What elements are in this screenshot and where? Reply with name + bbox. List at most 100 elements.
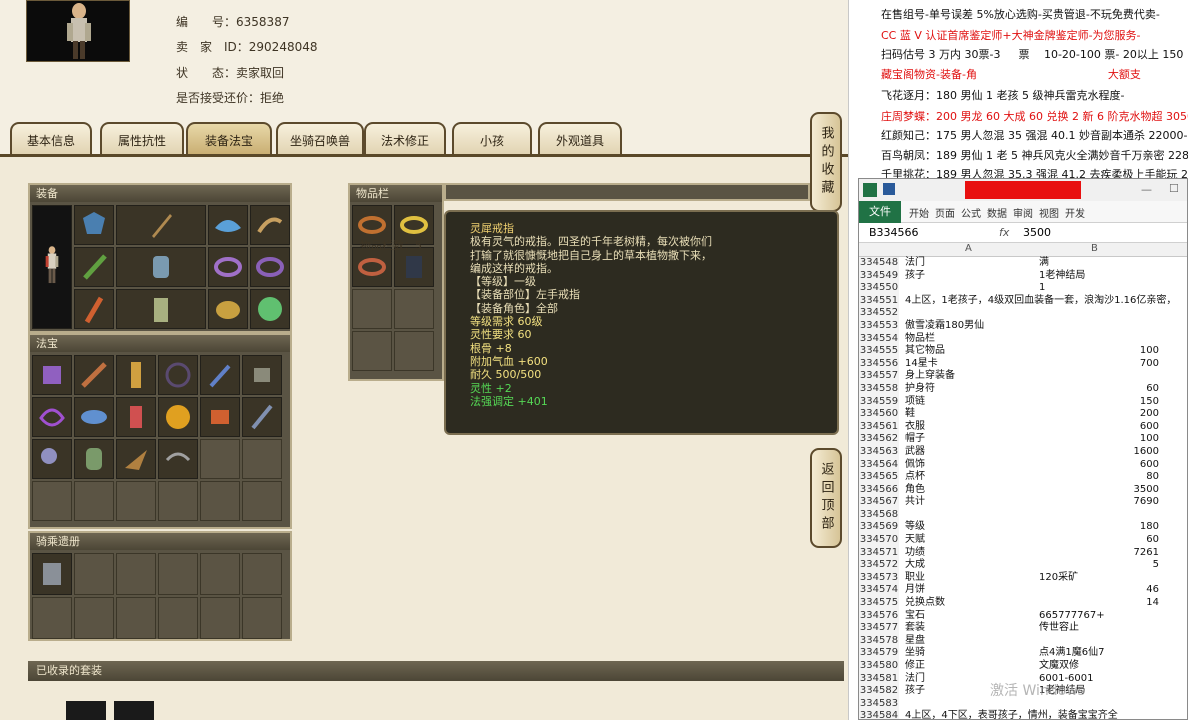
equip-slot[interactable] (208, 247, 248, 287)
excel-row[interactable]: 334574 月饼 46 (859, 584, 1187, 598)
treasure-slot[interactable] (116, 439, 156, 479)
excel-row[interactable]: 334572 大成 5 (859, 559, 1187, 572)
minimize-icon[interactable]: — (1141, 183, 1152, 196)
excel-row[interactable]: 334557 身上穿装备 (859, 370, 1187, 383)
excel-cell-a[interactable]: 武器 (905, 446, 925, 459)
excel-cell-a[interactable]: 物品栏 (905, 333, 935, 346)
excel-row[interactable]: 334579 坐骑 点4满1魔6仙7 (859, 647, 1187, 660)
equip-slot[interactable] (116, 247, 206, 287)
excel-cell-a[interactable]: 点杯 (905, 471, 925, 484)
excel-row[interactable]: 334553 傲雪凌霜180男仙 (859, 319, 1187, 333)
treasure-slot[interactable] (74, 439, 114, 479)
treasure-slot-empty[interactable] (116, 481, 156, 521)
bag-slot[interactable] (352, 247, 392, 287)
excel-cell-a[interactable]: 孩子 (905, 270, 925, 283)
menu-page[interactable]: 页面 (935, 205, 955, 220)
tab-basic-info[interactable]: 基本信息 (10, 122, 92, 156)
excel-cell-v[interactable]: 60 (1109, 383, 1159, 396)
set-slot[interactable] (114, 701, 154, 720)
treasure-slot-empty[interactable] (242, 439, 282, 479)
treasure-slot-empty[interactable] (200, 481, 240, 521)
excel-row[interactable]: 334556 14星卡 700 (859, 357, 1187, 371)
excel-cell-a[interactable]: 护身符 (905, 383, 935, 396)
mount-slot-empty[interactable] (116, 553, 156, 595)
mount-slot-empty[interactable] (74, 597, 114, 639)
formula-input[interactable]: 3500 (1023, 226, 1051, 239)
mount-slot-empty[interactable] (116, 597, 156, 639)
excel-row[interactable]: 334584 4上区，4下区，表哥孩子，情州，装备宝宝齐全 (859, 710, 1187, 719)
treasure-slot[interactable] (116, 355, 156, 395)
treasure-slot[interactable] (242, 397, 282, 437)
menu-view[interactable]: 视图 (1039, 205, 1059, 220)
tab-appearance[interactable]: 外观道具 (538, 122, 622, 156)
excel-cell-a[interactable]: 傲雪凌霜180男仙 (905, 320, 984, 333)
treasure-slot[interactable] (116, 397, 156, 437)
excel-cell-a[interactable]: 衣服 (905, 421, 925, 434)
excel-cell-a[interactable]: 其它物品 (905, 345, 945, 358)
name-box[interactable]: B334566 (869, 226, 919, 239)
file-menu[interactable]: 文件 (859, 201, 901, 223)
excel-row[interactable]: 334563 武器 1600 (859, 445, 1187, 459)
excel-row[interactable]: 334577 套装 传世容止 (859, 622, 1187, 635)
column-b-header[interactable]: B (1091, 243, 1098, 254)
mount-slot-empty[interactable] (242, 597, 282, 639)
mount-slot-empty[interactable] (74, 553, 114, 595)
equip-slot[interactable] (208, 289, 248, 329)
excel-row[interactable]: 334558 护身符 60 (859, 382, 1187, 396)
excel-cell-a[interactable]: 等级 (905, 521, 925, 534)
excel-cell-a[interactable]: 角色 (905, 484, 925, 497)
excel-cell-a[interactable]: 共计 (905, 496, 925, 509)
excel-cell-v[interactable]: 100 (1109, 433, 1159, 446)
treasure-slot[interactable] (158, 439, 198, 479)
excel-cell-a[interactable]: 星盘 (905, 635, 925, 648)
excel-cell-v[interactable]: 80 (1109, 471, 1159, 484)
mount-slot-empty[interactable] (200, 553, 240, 595)
menu-formula[interactable]: 公式 (961, 205, 981, 220)
excel-cell-b[interactable]: 120采矿 (1039, 572, 1078, 585)
excel-row[interactable]: 334550 1 (859, 282, 1187, 295)
excel-row[interactable]: 334578 星盘 (859, 634, 1187, 648)
treasure-slot-empty[interactable] (158, 481, 198, 521)
excel-cell-a[interactable]: 4上区，1老孩子，4级双回血装备一套，浪淘沙1.16亿亲密， (905, 295, 1176, 308)
excel-row[interactable]: 334555 其它物品 100 (859, 345, 1187, 358)
set-slot[interactable] (66, 701, 106, 720)
treasure-slot[interactable] (158, 355, 198, 395)
excel-cell-v[interactable]: 1600 (1109, 446, 1159, 459)
excel-cell-a[interactable]: 法门 (905, 673, 925, 686)
excel-row[interactable]: 334565 点杯 80 (859, 471, 1187, 484)
excel-cell-a[interactable]: 套装 (905, 622, 925, 635)
excel-row[interactable]: 334564 佩饰 600 (859, 458, 1187, 472)
equip-slot[interactable] (74, 289, 114, 329)
excel-cell-a[interactable]: 14星卡 (905, 358, 938, 371)
excel-cell-v[interactable]: 180 (1109, 521, 1159, 534)
equip-slot[interactable] (116, 205, 206, 245)
menu-review[interactable]: 审阅 (1013, 205, 1033, 220)
excel-row[interactable]: 334571 功绩 7261 (859, 546, 1187, 560)
column-a-header[interactable]: A (965, 243, 972, 254)
excel-cell-v[interactable]: 600 (1109, 459, 1159, 472)
excel-cell-v[interactable]: 7261 (1109, 547, 1159, 560)
excel-cell-b[interactable]: 1 (1039, 282, 1045, 295)
excel-cell-a[interactable]: 职业 (905, 572, 925, 585)
excel-row[interactable]: 334576 宝石 665777767+ (859, 609, 1187, 623)
menu-home[interactable]: 开始 (909, 205, 929, 220)
equip-slot[interactable] (250, 205, 290, 245)
excel-cell-v[interactable]: 200 (1109, 408, 1159, 421)
menu-data[interactable]: 数据 (987, 205, 1007, 220)
treasure-slot[interactable] (242, 355, 282, 395)
excel-cell-a[interactable]: 孩子 (905, 685, 925, 698)
excel-cell-v[interactable]: 5 (1109, 559, 1159, 572)
excel-cell-b[interactable]: 满 (1039, 257, 1049, 270)
excel-row[interactable]: 334567 共计 7690 (859, 496, 1187, 509)
treasure-slot[interactable] (158, 397, 198, 437)
treasure-slot[interactable] (32, 397, 72, 437)
equip-slot[interactable] (250, 247, 290, 287)
excel-cell-b[interactable]: 点4满1魔6仙7 (1039, 647, 1104, 660)
excel-cell-b[interactable]: 传世容止 (1039, 622, 1079, 635)
menu-dev[interactable]: 开发 (1065, 205, 1085, 220)
excel-row[interactable]: 334569 等级 180 (859, 521, 1187, 535)
treasure-slot-empty[interactable] (242, 481, 282, 521)
save-icon[interactable] (883, 183, 895, 195)
excel-cell-b[interactable]: 1老神结局 (1039, 270, 1085, 283)
excel-row[interactable]: 334570 天赋 60 (859, 534, 1187, 547)
